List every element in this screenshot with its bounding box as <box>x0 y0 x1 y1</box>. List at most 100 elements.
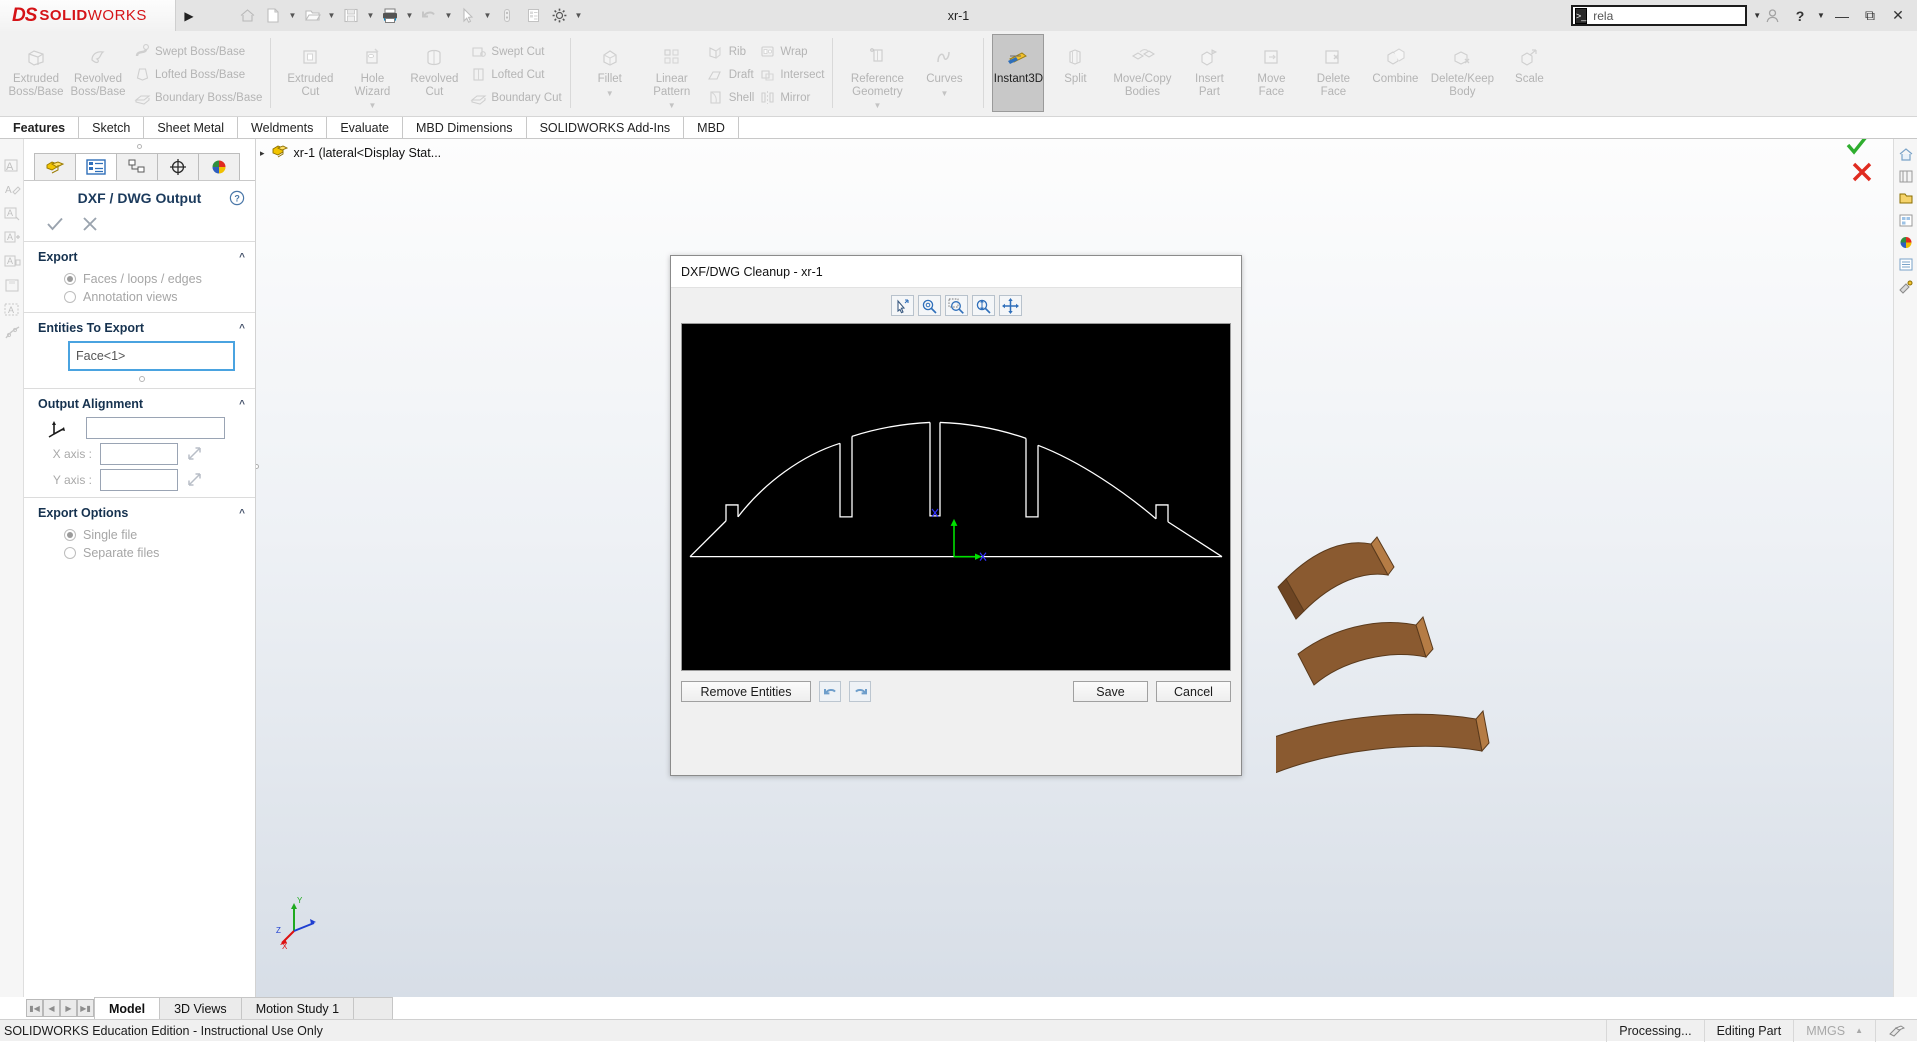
combine-button[interactable]: Combine <box>1364 34 1426 112</box>
select-pointer-caret[interactable]: ▼ <box>481 2 494 30</box>
linear-pattern-button[interactable]: Linear Pattern ▼ <box>641 34 703 113</box>
print-icon[interactable] <box>377 2 403 30</box>
help-circle-icon[interactable]: ? <box>229 190 245 209</box>
chevron-up-icon[interactable]: ^ <box>239 323 245 334</box>
tab-sheet-metal[interactable]: Sheet Metal <box>144 117 239 138</box>
new-document-icon[interactable] <box>260 2 286 30</box>
tab-evaluate[interactable]: Evaluate <box>327 117 403 138</box>
view-settings-icon[interactable] <box>1145 139 1167 140</box>
select-entities-icon[interactable] <box>890 295 914 316</box>
feature-tree-root[interactable]: ▸ xr-1 (lateral<Display Stat... <box>260 144 441 162</box>
units-caret-icon[interactable]: ▲ <box>1855 1026 1863 1035</box>
tab-model[interactable]: Model <box>94 997 161 1019</box>
chevron-up-icon[interactable]: ^ <box>239 252 245 263</box>
ok-check-icon[interactable] <box>46 216 64 235</box>
split-button[interactable]: Split <box>1044 34 1106 112</box>
zoom-to-fit-icon[interactable] <box>896 139 918 140</box>
undo-icon[interactable] <box>819 681 841 702</box>
view-palette-icon[interactable] <box>1894 209 1917 231</box>
y-axis-field[interactable] <box>100 469 178 491</box>
annotation-add-icon[interactable]: A <box>0 225 24 249</box>
tab-mbd[interactable]: MBD <box>684 117 739 138</box>
options-caret[interactable]: ▼ <box>572 2 585 30</box>
user-icon[interactable] <box>1759 2 1785 30</box>
entities-resize-grip[interactable] <box>38 371 245 382</box>
annotation-area-icon[interactable]: A <box>0 297 24 321</box>
hole-wizard-caret[interactable]: ▼ <box>368 100 376 113</box>
hide-show-items-icon[interactable] <box>1086 139 1108 140</box>
rib-button[interactable]: Rib <box>703 40 755 63</box>
zoom-to-area-icon[interactable] <box>920 139 942 140</box>
annotation-edit-icon[interactable]: A <box>0 177 24 201</box>
tab-weldments[interactable]: Weldments <box>238 117 328 138</box>
zoom-to-fit-icon[interactable] <box>971 295 995 316</box>
cancel-x-icon[interactable] <box>82 216 98 235</box>
x-axis-reverse-direction-icon[interactable] <box>186 444 204 465</box>
tab-motion-study-1[interactable]: Motion Study 1 <box>240 997 355 1019</box>
viewport-layout-icon[interactable] <box>1180 139 1202 140</box>
confirm-cancel-icon[interactable] <box>1851 161 1873 189</box>
dimxpert-manager-tab[interactable] <box>157 153 199 180</box>
render-tools-icon[interactable] <box>1894 275 1917 297</box>
annotation-save-icon[interactable] <box>0 273 24 297</box>
save-caret[interactable]: ▼ <box>364 2 377 30</box>
last-tab-button[interactable]: ▶▮ <box>77 999 94 1017</box>
origin-selection-field[interactable] <box>86 417 225 439</box>
help-icon[interactable]: ? <box>1787 2 1813 30</box>
instant3d-button[interactable]: Instant3D <box>992 34 1045 112</box>
draft-button[interactable]: Draft <box>703 63 755 86</box>
insert-part-button[interactable]: Insert Part <box>1178 34 1240 112</box>
boundary-cut-button[interactable]: Boundary Cut <box>465 86 562 109</box>
display-style-icon[interactable] <box>1051 139 1073 140</box>
select-pointer-icon[interactable] <box>455 2 481 30</box>
chevron-up-icon[interactable]: ^ <box>239 399 245 410</box>
linear-pattern-caret[interactable]: ▼ <box>668 100 676 113</box>
curves-button[interactable]: Curves ▼ <box>913 34 975 112</box>
tab-sketch[interactable]: Sketch <box>79 117 145 138</box>
fillet-caret[interactable]: ▼ <box>606 88 614 101</box>
delete-keep-body-button[interactable]: Delete/Keep Body <box>1426 34 1498 112</box>
save-button[interactable]: Save <box>1073 681 1148 702</box>
move-copy-bodies-button[interactable]: Move/Copy Bodies <box>1106 34 1178 112</box>
search-input[interactable] <box>1587 7 1751 24</box>
reference-geometry-button[interactable]: Reference Geometry ▼ <box>841 34 913 113</box>
annotation-move-icon[interactable]: A <box>0 201 24 225</box>
help-caret-icon[interactable]: ▼ <box>1815 2 1827 30</box>
extruded-boss-base-button[interactable]: Extruded Boss/Base <box>5 34 67 112</box>
section-entities-header[interactable]: Entities To Export ^ <box>38 321 245 335</box>
section-export-header[interactable]: Export ^ <box>38 250 245 264</box>
view-orientation-icon[interactable] <box>1016 139 1038 140</box>
delete-face-button[interactable]: Delete Face <box>1302 34 1364 112</box>
annotation-link-icon[interactable] <box>0 321 24 345</box>
section-output-alignment-header[interactable]: Output Alignment ^ <box>38 397 245 411</box>
save-icon[interactable] <box>338 2 364 30</box>
move-face-button[interactable]: Move Face <box>1240 34 1302 112</box>
section-export-options-header[interactable]: Export Options ^ <box>38 506 245 520</box>
shell-button[interactable]: Shell <box>703 86 754 109</box>
menu-expand-arrow[interactable]: ▶ <box>176 9 202 23</box>
property-manager-tab[interactable] <box>75 153 117 180</box>
edit-appearance-icon[interactable]: A <box>992 139 1014 140</box>
annotation-note-icon[interactable]: A <box>0 153 24 177</box>
zoom-in-out-icon[interactable] <box>917 295 941 316</box>
chevron-up-icon[interactable]: ^ <box>239 508 245 519</box>
fillet-button[interactable]: Fillet ▼ <box>579 34 641 112</box>
undo-caret[interactable]: ▼ <box>442 2 455 30</box>
minimize-button[interactable]: — <box>1829 2 1855 30</box>
annotation-lock-icon[interactable]: A <box>0 249 24 273</box>
zoom-to-area-icon[interactable] <box>944 295 968 316</box>
pan-icon[interactable] <box>998 295 1022 316</box>
revolved-boss-base-button[interactable]: Revolved Boss/Base <box>67 34 129 112</box>
tab-solidworks-add-ins[interactable]: SOLIDWORKS Add-Ins <box>526 117 685 138</box>
boundary-boss-base-button[interactable]: Boundary Boss/Base <box>129 86 262 109</box>
tab-3d-views[interactable]: 3D Views <box>159 997 242 1019</box>
reference-geometry-caret[interactable]: ▼ <box>873 100 881 113</box>
wrap-button[interactable]: Wrap <box>754 40 824 63</box>
first-tab-button[interactable]: ▮◀ <box>26 999 43 1017</box>
lofted-boss-base-button[interactable]: Lofted Boss/Base <box>129 63 262 86</box>
hole-wizard-button[interactable]: Hole Wizard ▼ <box>341 34 403 113</box>
redo-icon[interactable] <box>849 681 871 702</box>
design-library-icon[interactable] <box>1894 165 1917 187</box>
home-icon[interactable] <box>234 2 260 30</box>
x-axis-field[interactable] <box>100 443 178 465</box>
